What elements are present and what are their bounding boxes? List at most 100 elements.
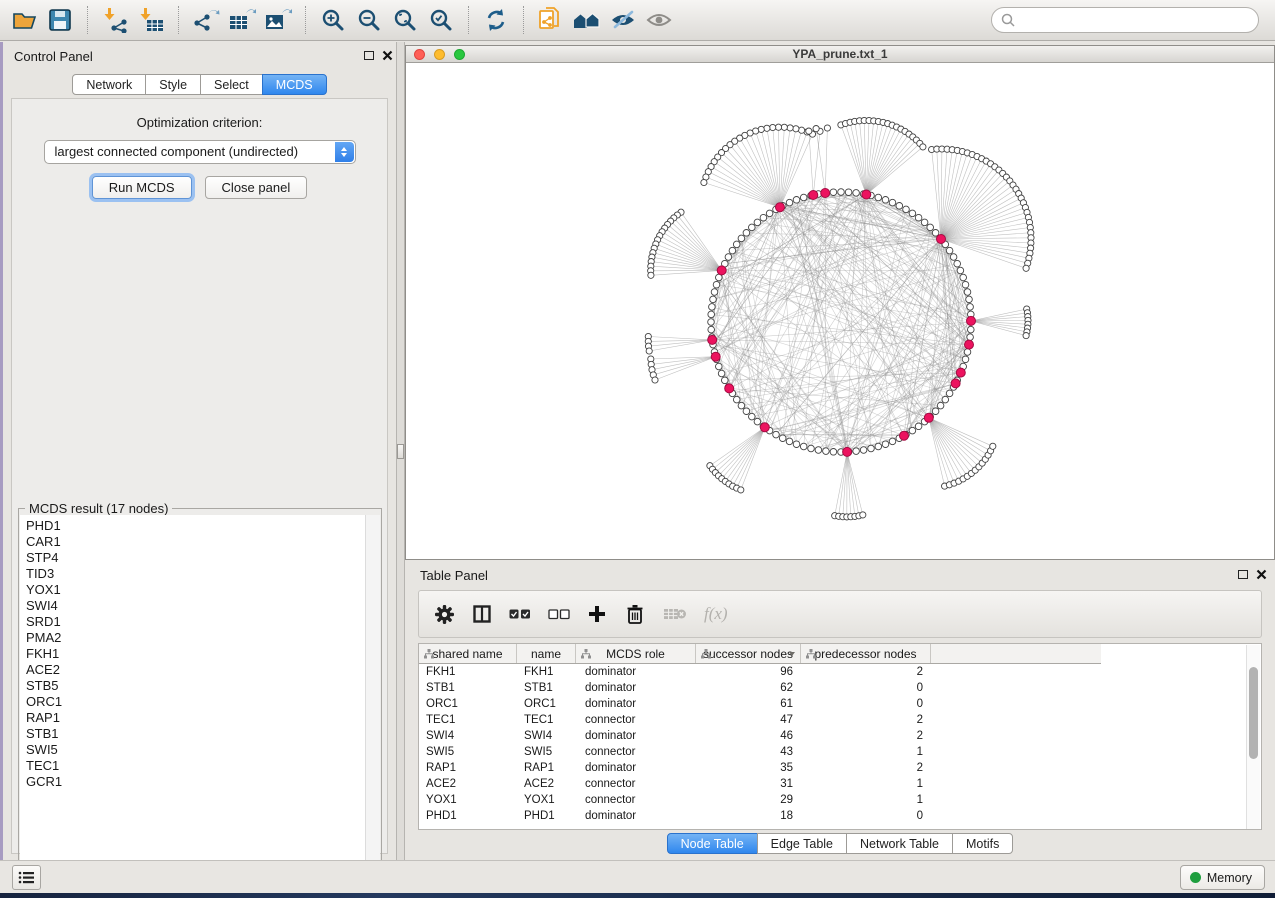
column-header-name[interactable]: name	[517, 644, 576, 663]
close-panel-icon[interactable]	[382, 50, 393, 61]
import-table-button[interactable]	[133, 3, 169, 37]
delete-column-button[interactable]	[624, 603, 646, 625]
table-cell: 29	[696, 792, 801, 808]
mcds-result-item[interactable]: SWI4	[26, 598, 366, 614]
mcds-result-item[interactable]: TID3	[26, 566, 366, 582]
refresh-view-button[interactable]	[478, 3, 514, 37]
zoom-fit-button[interactable]	[387, 3, 423, 37]
status-bar: Memory	[0, 860, 1275, 893]
maximize-window-icon[interactable]	[454, 49, 465, 60]
toolbar-separator	[305, 6, 306, 34]
export-image-button[interactable]	[260, 3, 296, 37]
import-network-button[interactable]	[97, 3, 133, 37]
memory-button[interactable]: Memory	[1180, 865, 1265, 890]
delete-table-button[interactable]	[663, 606, 687, 622]
table-row[interactable]: YOX1YOX1connector291	[419, 792, 1101, 808]
show-all-button[interactable]	[641, 3, 677, 37]
close-panel-button[interactable]: Close panel	[205, 176, 308, 199]
tab-network[interactable]: Network	[72, 74, 146, 95]
mcds-result-item[interactable]: PHD1	[26, 518, 366, 534]
clone-network-button[interactable]	[533, 3, 569, 37]
node-table: shared name name MCDS role successor nod…	[418, 643, 1262, 830]
tab-select[interactable]: Select	[200, 74, 263, 95]
mcds-result-item[interactable]: YOX1	[26, 582, 366, 598]
mcds-result-item[interactable]: GCR1	[26, 774, 366, 790]
tab-edge-table[interactable]: Edge Table	[757, 833, 847, 854]
create-column-button[interactable]	[587, 604, 607, 624]
export-table-button[interactable]	[224, 3, 260, 37]
close-table-panel-icon[interactable]	[1256, 569, 1267, 580]
show-columns-button[interactable]	[472, 604, 492, 624]
mcds-list-scrollbar[interactable]	[365, 515, 380, 876]
deselect-all-button[interactable]	[548, 608, 570, 620]
table-cell: connector	[576, 744, 696, 760]
export-network-button[interactable]	[188, 3, 224, 37]
table-mode-button[interactable]	[434, 604, 455, 625]
mcds-tab-content: Optimization criterion: largest connecte…	[11, 98, 388, 854]
float-panel-icon[interactable]	[364, 51, 374, 60]
tab-style[interactable]: Style	[145, 74, 201, 95]
run-mcds-button[interactable]: Run MCDS	[92, 176, 192, 199]
first-neighbors-button[interactable]	[569, 3, 605, 37]
table-row[interactable]: ORC1ORC1dominator610	[419, 696, 1101, 712]
table-tabs: Node Table Edge Table Network Table Moti…	[667, 833, 1014, 854]
table-row[interactable]: STB1STB1dominator620	[419, 680, 1101, 696]
column-header-mcds-role[interactable]: MCDS role	[576, 644, 696, 663]
select-all-button[interactable]	[509, 608, 531, 620]
search-input[interactable]	[1016, 10, 1258, 30]
mcds-result-item[interactable]: ACE2	[26, 662, 366, 678]
mcds-result-item[interactable]: SRD1	[26, 614, 366, 630]
column-header-successor-nodes[interactable]: successor nodes	[696, 644, 801, 663]
table-cell: 2	[801, 712, 931, 728]
splitter-handle[interactable]	[397, 444, 404, 459]
hide-selected-button[interactable]	[605, 3, 641, 37]
column-header-predecessor-nodes[interactable]: predecessor nodes	[801, 644, 931, 663]
mcds-result-item[interactable]: STB5	[26, 678, 366, 694]
function-builder-button[interactable]: f(x)	[704, 604, 728, 624]
zoom-out-button[interactable]	[351, 3, 387, 37]
criterion-select[interactable]: largest connected component (undirected)	[44, 140, 356, 164]
table-row[interactable]: SWI5SWI5connector431	[419, 744, 1101, 760]
mcds-result-item[interactable]: PMA2	[26, 630, 366, 646]
mcds-result-item[interactable]: RAP1	[26, 710, 366, 726]
zoom-in-button[interactable]	[315, 3, 351, 37]
table-cell: dominator	[576, 760, 696, 776]
mcds-result-list[interactable]: PHD1CAR1STP4TID3YOX1SWI4SRD1PMA2FKH1ACE2…	[20, 515, 366, 876]
table-row[interactable]: TEC1TEC1connector472	[419, 712, 1101, 728]
table-panel: Table Panel f(x) shared name name MCDS r…	[405, 563, 1275, 860]
table-row[interactable]: RAP1RAP1dominator352	[419, 760, 1101, 776]
network-canvas[interactable]	[406, 63, 1274, 559]
table-row[interactable]: SWI4SWI4dominator462	[419, 728, 1101, 744]
column-header-shared-name[interactable]: shared name	[419, 644, 517, 663]
control-panel-title: Control Panel	[14, 49, 93, 64]
mcds-result-item[interactable]: ORC1	[26, 694, 366, 710]
table-row[interactable]: FKH1FKH1dominator962	[419, 664, 1101, 680]
table-scrollbar[interactable]	[1246, 645, 1260, 829]
mcds-result-item[interactable]: CAR1	[26, 534, 366, 550]
table-row[interactable]: ACE2ACE2connector311	[419, 776, 1101, 792]
tab-motifs[interactable]: Motifs	[952, 833, 1013, 854]
tab-node-table[interactable]: Node Table	[667, 833, 758, 854]
table-cell: dominator	[576, 664, 696, 680]
tab-network-table[interactable]: Network Table	[846, 833, 953, 854]
vertical-splitter[interactable]	[396, 42, 405, 860]
mcds-result-item[interactable]: TEC1	[26, 758, 366, 774]
mcds-result-item[interactable]: SWI5	[26, 742, 366, 758]
save-session-button[interactable]	[42, 3, 78, 37]
mcds-result-item[interactable]: STP4	[26, 550, 366, 566]
table-row[interactable]: PHD1PHD1dominator180	[419, 808, 1101, 824]
toolbar-separator	[178, 6, 179, 34]
mcds-result-groupbox: MCDS result (17 nodes) PHD1CAR1STP4TID3Y…	[18, 508, 382, 877]
tab-mcds[interactable]: MCDS	[262, 74, 327, 95]
mcds-result-item[interactable]: STB1	[26, 726, 366, 742]
mcds-result-item[interactable]: FKH1	[26, 646, 366, 662]
close-window-icon[interactable]	[414, 49, 425, 60]
float-table-panel-icon[interactable]	[1238, 570, 1248, 579]
scrollbar-thumb[interactable]	[1249, 667, 1258, 759]
zoom-selected-button[interactable]	[423, 3, 459, 37]
plus-icon	[587, 604, 607, 624]
show-task-history-button[interactable]	[12, 865, 41, 890]
open-file-button[interactable]	[6, 3, 42, 37]
clone-network-icon	[537, 6, 565, 34]
minimize-window-icon[interactable]	[434, 49, 445, 60]
